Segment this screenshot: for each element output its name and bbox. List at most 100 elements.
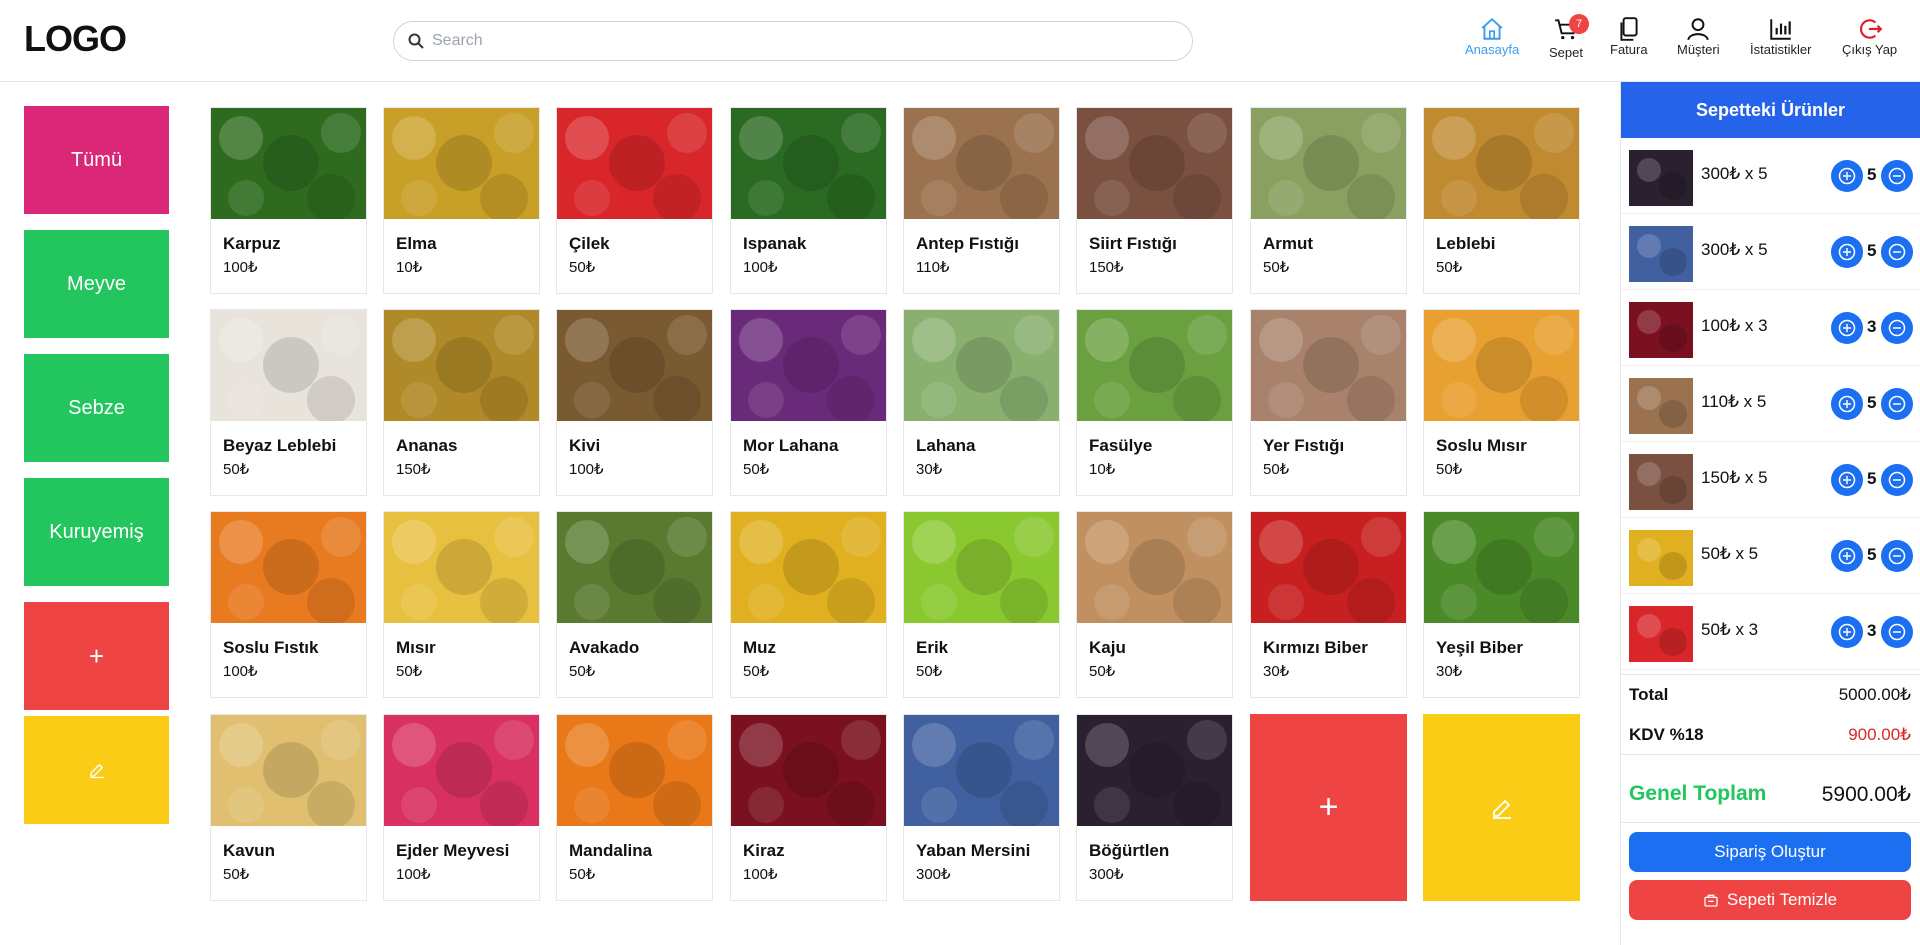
product-card[interactable]: Muz 50₺ xyxy=(730,511,887,698)
product-card[interactable]: Soslu Fıstık 100₺ xyxy=(210,511,367,698)
product-card[interactable]: Elma 10₺ xyxy=(383,107,540,294)
product-image xyxy=(557,715,712,826)
decrease-quantity-button[interactable] xyxy=(1881,616,1913,648)
product-card[interactable]: Karpuz 100₺ xyxy=(210,107,367,294)
product-price: 50₺ xyxy=(1436,259,1463,276)
decrease-quantity-button[interactable] xyxy=(1881,312,1913,344)
product-image xyxy=(384,715,539,826)
product-card[interactable]: Böğürtlen 300₺ xyxy=(1076,714,1233,901)
product-card[interactable]: Kırmızı Biber 30₺ xyxy=(1250,511,1407,698)
product-card[interactable]: Soslu Mısır 50₺ xyxy=(1423,309,1580,496)
product-image xyxy=(557,310,712,421)
product-image-texture xyxy=(1259,113,1401,219)
product-image-texture xyxy=(565,113,707,219)
product-price: 10₺ xyxy=(396,259,423,276)
cart-item-thumbnail xyxy=(1629,606,1693,662)
product-card[interactable]: Mor Lahana 50₺ xyxy=(730,309,887,496)
nav-stats[interactable]: İstatistikler xyxy=(1750,16,1811,57)
product-card[interactable]: Erik 50₺ xyxy=(903,511,1060,698)
basket-icon xyxy=(1704,894,1718,907)
category-all[interactable]: Tümü xyxy=(24,106,169,214)
product-card[interactable]: Çilek 50₺ xyxy=(556,107,713,294)
product-image-texture xyxy=(1259,315,1401,421)
cart-item-thumbnail-texture xyxy=(1637,310,1687,352)
increase-quantity-button[interactable] xyxy=(1831,540,1863,572)
product-card[interactable]: Armut 50₺ xyxy=(1250,107,1407,294)
product-image xyxy=(1077,108,1232,219)
product-name: Ananas xyxy=(396,436,458,455)
clear-cart-button[interactable]: Sepeti Temizle xyxy=(1629,880,1911,920)
nav-logout[interactable]: Çıkış Yap xyxy=(1842,16,1897,57)
cart-item-quantity: 5 xyxy=(1867,545,1877,564)
cart-item-thumbnail-texture xyxy=(1637,386,1687,428)
product-card[interactable]: Antep Fıstığı 110₺ xyxy=(903,107,1060,294)
product-image xyxy=(384,512,539,623)
product-card[interactable]: Beyaz Leblebi 50₺ xyxy=(210,309,367,496)
logo[interactable]: LOGO xyxy=(24,18,127,60)
product-card[interactable]: Ispanak 100₺ xyxy=(730,107,887,294)
product-card[interactable]: Kivi 100₺ xyxy=(556,309,713,496)
product-card[interactable]: Ejder Meyvesi 100₺ xyxy=(383,714,540,901)
product-card[interactable]: Kaju 50₺ xyxy=(1076,511,1233,698)
product-name: Kivi xyxy=(569,436,601,455)
edit-product-button[interactable] xyxy=(1423,714,1580,901)
nav-customer[interactable]: Müşteri xyxy=(1677,16,1720,57)
product-card[interactable]: Kavun 50₺ xyxy=(210,714,367,901)
product-card[interactable]: Mandalina 50₺ xyxy=(556,714,713,901)
product-image-texture xyxy=(392,113,534,219)
product-card[interactable]: Fasülye 10₺ xyxy=(1076,309,1233,496)
nav-invoice[interactable]: Fatura xyxy=(1610,16,1648,57)
category-nuts[interactable]: Kuruyemiş xyxy=(24,478,169,586)
minus-circle-icon xyxy=(1888,547,1906,565)
cart-item: 300₺ x 5 5 xyxy=(1621,214,1920,290)
category-vegetable[interactable]: Sebze xyxy=(24,354,169,462)
search-icon xyxy=(408,33,424,49)
plus-circle-icon xyxy=(1838,623,1856,641)
product-price: 110₺ xyxy=(916,259,950,276)
search-bar[interactable] xyxy=(393,21,1193,61)
search-input[interactable] xyxy=(432,32,1152,50)
product-card[interactable]: Ananas 150₺ xyxy=(383,309,540,496)
product-name: Ispanak xyxy=(743,234,807,253)
product-price: 50₺ xyxy=(743,461,770,478)
product-image xyxy=(904,715,1059,826)
product-image-texture xyxy=(1432,315,1574,421)
nav-logout-label: Çıkış Yap xyxy=(1842,42,1898,57)
increase-quantity-button[interactable] xyxy=(1831,160,1863,192)
category-fruit[interactable]: Meyve xyxy=(24,230,169,338)
nav-home[interactable]: Anasayfa xyxy=(1465,16,1519,57)
product-image xyxy=(1077,715,1232,826)
product-card[interactable]: Yer Fıstığı 50₺ xyxy=(1250,309,1407,496)
product-card[interactable]: Mısır 50₺ xyxy=(383,511,540,698)
product-card[interactable]: Avakado 50₺ xyxy=(556,511,713,698)
decrease-quantity-button[interactable] xyxy=(1881,388,1913,420)
product-name: Mandalina xyxy=(569,841,653,860)
edit-category-button[interactable] xyxy=(24,716,169,824)
decrease-quantity-button[interactable] xyxy=(1881,540,1913,572)
decrease-quantity-button[interactable] xyxy=(1881,160,1913,192)
product-card[interactable]: Yaban Mersini 300₺ xyxy=(903,714,1060,901)
product-name: Leblebi xyxy=(1436,234,1496,253)
increase-quantity-button[interactable] xyxy=(1831,236,1863,268)
product-image-texture xyxy=(1085,517,1227,623)
increase-quantity-button[interactable] xyxy=(1831,312,1863,344)
create-order-button[interactable]: Sipariş Oluştur xyxy=(1629,832,1911,872)
grand-total-label: Genel Toplam xyxy=(1629,782,1767,805)
product-image xyxy=(1424,310,1579,421)
product-name: Böğürtlen xyxy=(1089,841,1170,860)
increase-quantity-button[interactable] xyxy=(1831,388,1863,420)
product-card[interactable]: Siirt Fıstığı 150₺ xyxy=(1076,107,1233,294)
product-image-texture xyxy=(219,113,361,219)
add-product-button[interactable]: + xyxy=(1250,714,1407,901)
add-category-button[interactable]: + xyxy=(24,602,169,710)
increase-quantity-button[interactable] xyxy=(1831,616,1863,648)
decrease-quantity-button[interactable] xyxy=(1881,236,1913,268)
product-card[interactable]: Lahana 30₺ xyxy=(903,309,1060,496)
nav-cart[interactable]: 7 Sepet xyxy=(1549,14,1589,60)
increase-quantity-button[interactable] xyxy=(1831,464,1863,496)
create-order-label: Sipariş Oluştur xyxy=(1714,842,1826,861)
product-card[interactable]: Yeşil Biber 30₺ xyxy=(1423,511,1580,698)
product-card[interactable]: Leblebi 50₺ xyxy=(1423,107,1580,294)
product-card[interactable]: Kiraz 100₺ xyxy=(730,714,887,901)
decrease-quantity-button[interactable] xyxy=(1881,464,1913,496)
